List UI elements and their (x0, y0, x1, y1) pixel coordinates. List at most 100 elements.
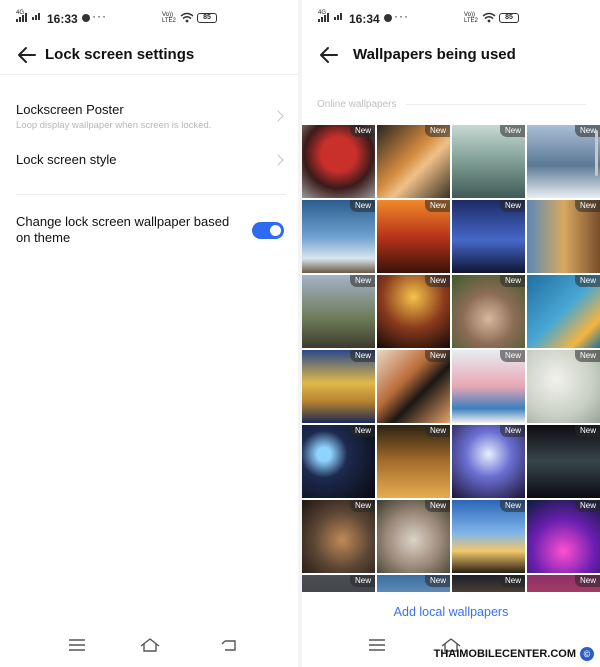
menu-icon[interactable] (365, 635, 389, 655)
wallpaper-thumbnail[interactable]: New (302, 200, 375, 273)
clock: 16:34 (349, 12, 380, 26)
back-nav-icon[interactable] (218, 635, 242, 655)
notification-icon (82, 14, 90, 22)
app-bar: Wallpapers being used (302, 36, 600, 74)
new-badge: New (349, 425, 375, 437)
wallpaper-thumbnail[interactable]: New (377, 425, 450, 498)
new-badge: New (499, 350, 525, 362)
new-badge: New (424, 350, 450, 362)
new-badge: New (574, 425, 600, 437)
new-badge: New (424, 200, 450, 212)
wifi-icon (482, 12, 496, 23)
navigation-bar (0, 627, 298, 667)
volte-icon: Vo)) LTE2 (162, 12, 176, 24)
back-arrow-icon[interactable] (16, 44, 38, 66)
watermark-text: THAIMOBILECENTER.COM (433, 648, 576, 660)
lock-screen-style-label: Lock screen style (16, 152, 117, 167)
wallpaper-thumbnail[interactable]: New (302, 125, 375, 198)
more-notifications-icon: ··· (394, 9, 409, 23)
wallpaper-thumbnail[interactable]: New (377, 200, 450, 273)
wallpaper-thumbnail[interactable]: New (302, 350, 375, 423)
wallpaper-thumbnail[interactable]: New (527, 200, 600, 273)
signal-icon (334, 13, 342, 20)
page-title: Lock screen settings (45, 46, 195, 63)
new-badge: New (424, 425, 450, 437)
new-badge: New (424, 125, 450, 137)
status-bar: 4G 16:34 ··· Vo)) LTE2 85 (302, 0, 600, 36)
app-bar: Lock screen settings (0, 36, 298, 74)
scrollbar[interactable] (595, 130, 598, 176)
wallpaper-thumbnail[interactable]: New (452, 275, 525, 348)
toggle-knob (270, 225, 281, 236)
page-title: Wallpapers being used (353, 46, 516, 63)
signal-icon (32, 13, 40, 20)
wallpaper-thumbnail[interactable]: New (452, 200, 525, 273)
new-badge: New (349, 125, 375, 137)
new-badge: New (499, 125, 525, 137)
wifi-icon (180, 12, 194, 23)
status-bar: 4G 16:33 ··· Vo)) LTE2 85 (0, 0, 298, 36)
divider (406, 104, 586, 105)
lockscreen-poster-label: Lockscreen Poster (16, 102, 124, 117)
back-arrow-icon[interactable] (318, 44, 340, 66)
theme-wallpaper-toggle[interactable] (252, 222, 284, 239)
more-notifications-icon: ··· (92, 9, 107, 23)
clock: 16:33 (47, 12, 78, 26)
new-badge: New (574, 200, 600, 212)
wallpaper-thumbnail[interactable]: New (452, 350, 525, 423)
wallpapers-pane: 4G 16:34 ··· Vo)) LTE2 85 Wallpapers bein… (302, 0, 600, 667)
add-local-wallpapers-link[interactable]: Add local wallpapers (302, 605, 600, 619)
new-badge: New (424, 500, 450, 512)
new-badge: New (349, 500, 375, 512)
wallpaper-thumbnail[interactable]: New (452, 575, 525, 592)
wallpaper-thumbnail[interactable]: New (527, 575, 600, 592)
wallpaper-thumbnail[interactable]: New (527, 425, 600, 498)
lockscreen-poster-item[interactable]: Lockscreen Poster Loop display wallpaper… (16, 102, 286, 136)
wallpaper-thumbnail[interactable]: New (527, 125, 600, 198)
new-badge: New (349, 275, 375, 287)
wallpaper-thumbnail[interactable]: New (377, 275, 450, 348)
wallpaper-thumbnail[interactable]: New (377, 125, 450, 198)
wallpaper-thumbnail[interactable]: New (302, 275, 375, 348)
divider (0, 74, 298, 75)
new-badge: New (574, 575, 600, 587)
battery-icon: 85 (197, 13, 217, 23)
wallpaper-thumbnail[interactable]: New (377, 350, 450, 423)
wallpaper-thumbnail[interactable]: New (452, 425, 525, 498)
lockscreen-poster-description: Loop display wallpaper when screen is lo… (16, 120, 212, 131)
section-header: Online wallpapers (317, 99, 397, 110)
wallpaper-thumbnail[interactable]: New (377, 500, 450, 573)
new-badge: New (574, 500, 600, 512)
copyright-icon: © (580, 647, 594, 661)
battery-icon: 85 (499, 13, 519, 23)
volte-icon: Vo)) LTE2 (464, 12, 478, 24)
menu-icon[interactable] (65, 635, 89, 655)
new-badge: New (574, 350, 600, 362)
watermark: THAIMOBILECENTER.COM © (434, 647, 594, 661)
wallpaper-thumbnail[interactable]: New (302, 500, 375, 573)
wallpaper-thumbnail[interactable]: New (527, 275, 600, 348)
home-icon[interactable] (138, 635, 162, 655)
wallpaper-thumbnail[interactable]: New (452, 125, 525, 198)
theme-wallpaper-label: Change lock screen wallpaper based on th… (16, 214, 230, 245)
wallpaper-thumbnail[interactable]: New (377, 575, 450, 592)
lock-screen-settings-pane: 4G 16:33 ··· Vo)) LTE2 85 Lock screen set… (0, 0, 298, 667)
signal-icon (16, 13, 27, 22)
wallpaper-thumbnail[interactable]: New (302, 425, 375, 498)
new-badge: New (499, 275, 525, 287)
theme-wallpaper-setting: Change lock screen wallpaper based on th… (16, 214, 284, 246)
new-badge: New (574, 275, 600, 287)
new-badge: New (349, 575, 375, 587)
wallpaper-thumbnail[interactable]: New (527, 500, 600, 573)
wallpaper-grid: New New New New New New New New New New New New New N… (302, 125, 600, 592)
new-badge: New (499, 575, 525, 587)
notification-icon (384, 14, 392, 22)
new-badge: New (499, 500, 525, 512)
new-badge: New (424, 575, 450, 587)
wallpaper-thumbnail[interactable]: New (527, 350, 600, 423)
signal-icon (318, 13, 329, 22)
wallpaper-thumbnail[interactable]: New (452, 500, 525, 573)
lock-screen-style-item[interactable]: Lock screen style (16, 152, 286, 172)
new-badge: New (424, 275, 450, 287)
wallpaper-thumbnail[interactable]: New (302, 575, 375, 592)
